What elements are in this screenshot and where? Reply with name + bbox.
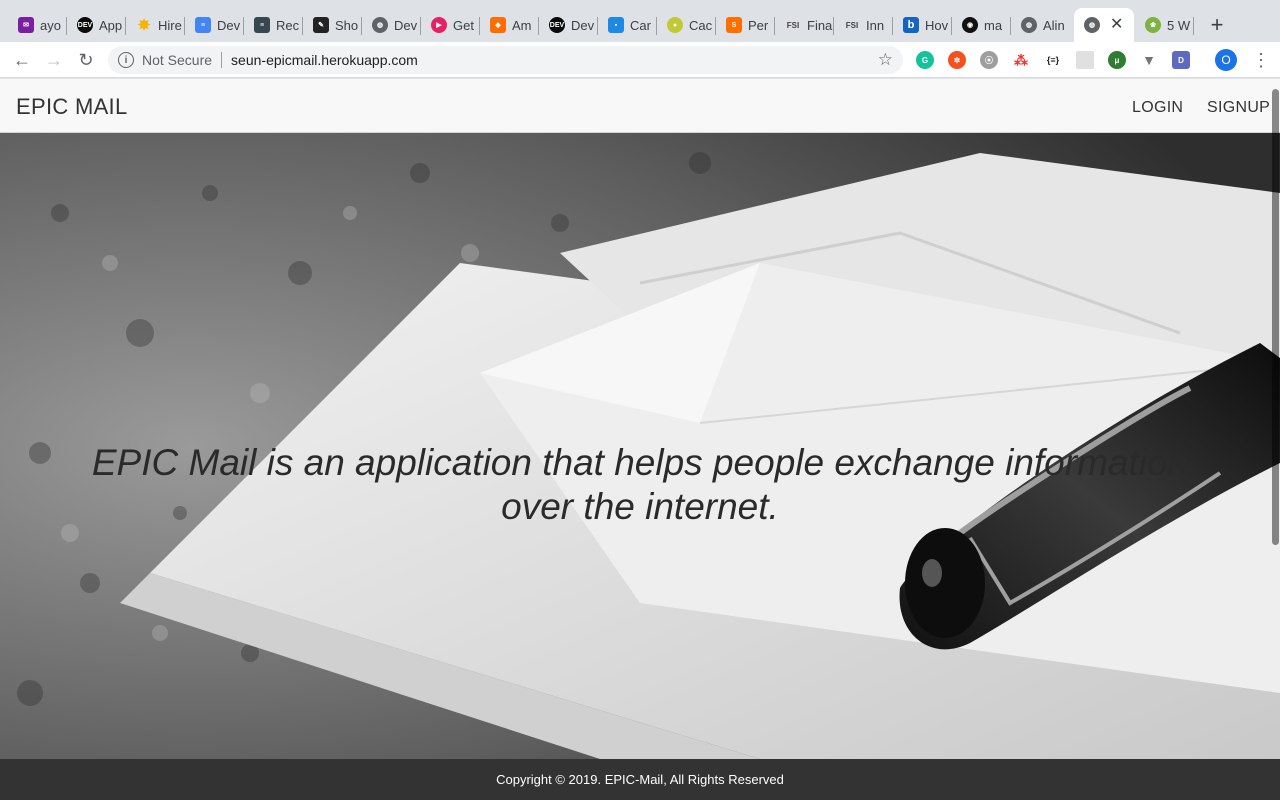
extension-grid-icon[interactable]: [1076, 51, 1094, 69]
info-icon[interactable]: i: [118, 52, 134, 68]
browser-tab[interactable]: FSI Inn: [834, 8, 893, 42]
card-icon: ▪: [608, 17, 624, 33]
site-header: EPIC MAIL LOGIN SIGNUP: [0, 79, 1280, 133]
tagline-line-1: EPIC Mail is an application that helps p…: [91, 442, 1189, 483]
divider: [221, 52, 223, 68]
globe-icon: ◍: [372, 17, 388, 33]
tab-title: Am: [512, 17, 532, 33]
tab-title: Get: [453, 17, 474, 33]
play-circle-icon: ▶: [431, 17, 447, 33]
tab-title: Rec: [276, 17, 300, 33]
browser-tab[interactable]: ◍ Alin: [1011, 8, 1070, 42]
browser-tab[interactable]: FSI Fina: [775, 8, 834, 42]
browser-tab[interactable]: b Hov: [893, 8, 952, 42]
browser-tab-active[interactable]: ◍ ✕: [1074, 8, 1134, 42]
bookmark-star-icon[interactable]: ☆: [878, 50, 893, 70]
menu-dots-icon[interactable]: ⋮: [1252, 49, 1270, 71]
back-button[interactable]: ←: [9, 47, 35, 73]
tab-title: Hov: [925, 17, 949, 33]
sublime-icon: S: [726, 17, 742, 33]
profile-avatar[interactable]: O: [1215, 49, 1237, 71]
browser-tab[interactable]: ◆ Am: [480, 8, 539, 42]
new-tab-button[interactable]: +: [1205, 13, 1229, 37]
github-icon: ◉: [962, 17, 978, 33]
tab-title: Car: [630, 17, 651, 33]
network-icon[interactable]: ⁂: [1012, 51, 1030, 69]
reload-button[interactable]: ↻: [73, 47, 99, 73]
tab-title: Inn: [866, 17, 885, 33]
browser-tab[interactable]: ≡ Rec: [244, 8, 303, 42]
star-burst-icon: ✸: [137, 17, 151, 34]
tab-title: Dev: [394, 17, 418, 33]
browser-tab[interactable]: ≡ Dev: [185, 8, 244, 42]
tab-title: ma: [984, 17, 1003, 33]
d-extension-icon[interactable]: D: [1172, 51, 1190, 69]
hero-tagline: EPIC Mail is an application that helps p…: [40, 441, 1240, 529]
browser-tab[interactable]: ▪ Car: [598, 8, 657, 42]
copyright-text: Copyright © 2019. EPIC-Mail, All Rights …: [496, 772, 784, 787]
url-text[interactable]: seun-epicmail.herokuapp.com: [231, 52, 418, 68]
brand-logo[interactable]: EPIC MAIL: [16, 94, 128, 120]
tab-title: Fina: [807, 17, 833, 33]
login-link[interactable]: LOGIN: [1132, 99, 1183, 117]
globe-icon: ◍: [1021, 17, 1037, 33]
browser-tab[interactable]: ✎ Sho: [303, 8, 362, 42]
grammarly-icon[interactable]: G: [916, 51, 934, 69]
forward-button[interactable]: →: [41, 47, 67, 73]
browser-toolbar: ← → ↻ i Not Secure seun-epicmail.herokua…: [0, 42, 1280, 78]
browser-tab[interactable]: ✉ ayo: [8, 8, 67, 42]
dev-icon: DEV: [549, 17, 565, 33]
globe-icon: ◍: [1084, 17, 1100, 33]
gmail-icon: ✉: [18, 17, 34, 33]
browser-tab[interactable]: ● Cac: [657, 8, 716, 42]
browser-tab[interactable]: ❀ 5 W: [1135, 8, 1194, 42]
browser-tab[interactable]: ◉ ma: [952, 8, 1011, 42]
dev-icon: DEV: [77, 17, 93, 33]
page-viewport: EPIC MAIL LOGIN SIGNUP EPIC Mail is an a…: [0, 79, 1280, 800]
browser-tab[interactable]: DEV Dev: [539, 8, 598, 42]
tab-title: Sho: [335, 17, 359, 33]
tab-title: 5 W: [1167, 17, 1191, 33]
signup-link[interactable]: SIGNUP: [1207, 99, 1270, 117]
tab-title: ayo: [40, 17, 61, 33]
browser-tab[interactable]: ✸ Hire: [126, 8, 185, 42]
bing-icon: b: [903, 17, 919, 33]
tab-title: Cac: [689, 17, 713, 33]
browser-tab[interactable]: DEV App: [67, 8, 126, 42]
google-docs-icon: ≡: [195, 17, 211, 33]
utorrent-icon[interactable]: μ: [1108, 51, 1126, 69]
browser-tab[interactable]: ◍ Dev: [362, 8, 421, 42]
leaf-icon: ❀: [1145, 17, 1161, 33]
tab-title: Per: [748, 17, 769, 33]
browser-tab[interactable]: ▶ Get: [421, 8, 480, 42]
extension-orange-icon[interactable]: ✲: [948, 51, 966, 69]
fsi-icon: FSI: [845, 20, 859, 30]
address-bar[interactable]: i Not Secure seun-epicmail.herokuapp.com…: [108, 46, 903, 74]
tab-title: Dev: [571, 17, 595, 33]
tagline-line-2: over the internet.: [501, 486, 779, 527]
browser-tab[interactable]: S Per: [716, 8, 775, 42]
hero-section: EPIC Mail is an application that helps p…: [0, 133, 1280, 759]
notes-icon: ≡: [254, 17, 270, 33]
pen-square-icon: ✎: [313, 17, 329, 33]
tab-title: Hire: [158, 17, 182, 33]
fsi-icon: FSI: [786, 20, 800, 30]
tab-title: Alin: [1043, 17, 1065, 33]
tab-title: App: [99, 17, 123, 33]
site-footer: Copyright © 2019. EPIC-Mail, All Rights …: [0, 759, 1280, 800]
page-scrollbar[interactable]: [1272, 89, 1279, 545]
vue-devtools-icon[interactable]: ▼: [1140, 51, 1158, 69]
cube-icon: ◆: [490, 17, 506, 33]
close-tab-icon[interactable]: ✕: [1110, 17, 1123, 33]
compass-icon[interactable]: ⦿: [980, 51, 998, 69]
cake-icon: ●: [667, 17, 683, 33]
tab-title: Dev: [217, 17, 241, 33]
security-label: Not Secure: [142, 52, 213, 68]
tab-strip: ✉ ayo DEV App ✸ Hire ≡ Dev ≡ Rec ✎ Sho ◍…: [0, 0, 1280, 42]
json-viewer-icon[interactable]: {≡}: [1044, 51, 1062, 69]
